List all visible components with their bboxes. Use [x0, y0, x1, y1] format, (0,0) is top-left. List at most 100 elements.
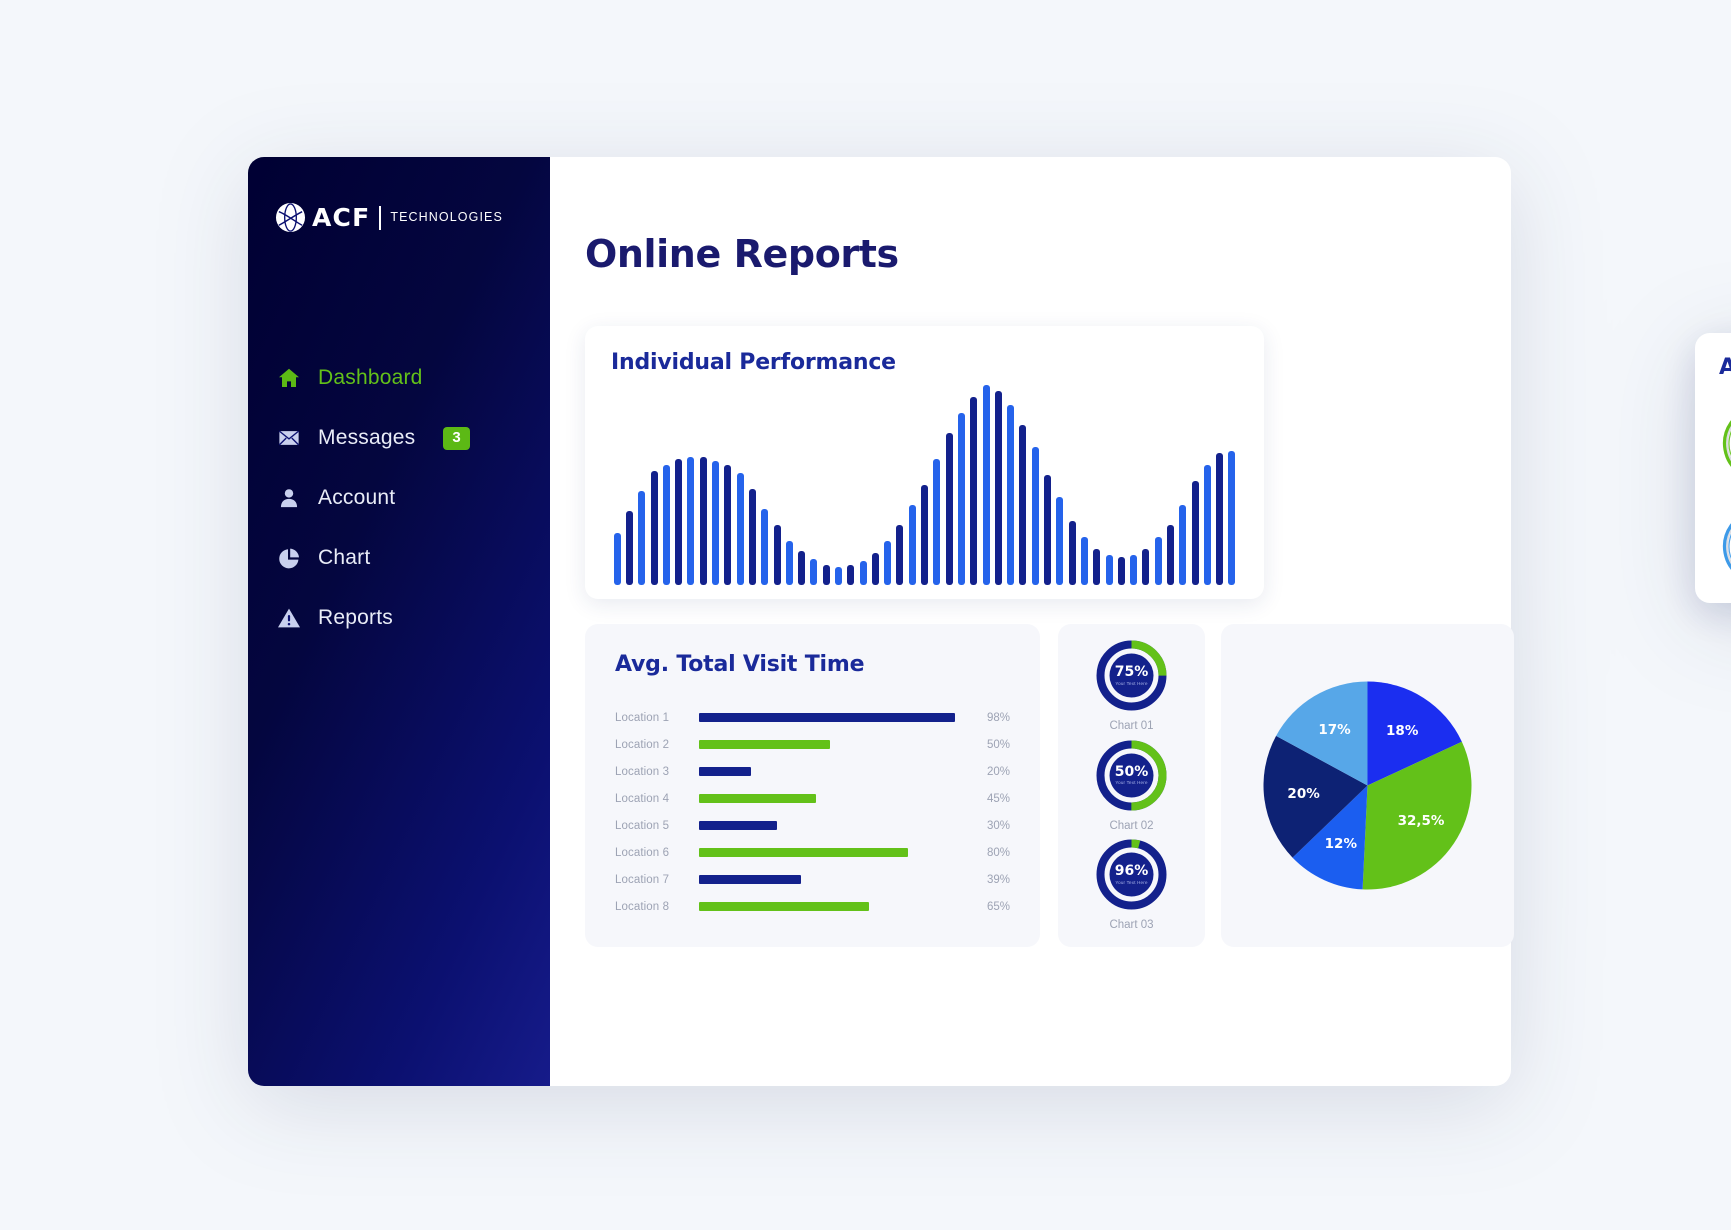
- bar-column: [832, 385, 844, 585]
- bar: [773, 525, 781, 585]
- gauge-row-bottom: 80%: [1719, 505, 1731, 588]
- bar: [675, 459, 683, 585]
- bar-column: [746, 385, 758, 585]
- bar: [957, 413, 965, 585]
- donut-value: 96%: [1114, 863, 1149, 879]
- location-label: Location 6: [615, 846, 670, 859]
- pie-slice-label: 17%: [1318, 722, 1351, 739]
- bar: [810, 559, 818, 585]
- sidebar-item-label: Reports: [318, 606, 393, 629]
- bar-column: [648, 385, 660, 585]
- bar: [613, 533, 621, 585]
- bar: [1142, 549, 1150, 585]
- donut-unit: 96% Your Text Here Chart 03: [1096, 839, 1167, 931]
- donut-gauge: 50% Your Text Here: [1096, 740, 1167, 811]
- bar-column: [759, 385, 771, 585]
- location-bar: [699, 794, 817, 803]
- location-bar: [699, 821, 778, 830]
- bar-column: [636, 385, 648, 585]
- bar: [1105, 555, 1113, 585]
- location-row: Location 4 45%: [615, 785, 1010, 812]
- bar: [1154, 537, 1162, 585]
- location-bar-track: [699, 902, 960, 911]
- sidebar-item-messages[interactable]: Messages 3: [276, 417, 526, 459]
- location-value: 30%: [986, 819, 1010, 832]
- location-value: 20%: [986, 765, 1010, 778]
- location-bar-track: [699, 713, 960, 722]
- location-value: 45%: [986, 792, 1010, 805]
- gauge-60: 60%: [1719, 402, 1731, 485]
- bar: [921, 485, 929, 585]
- sidebar-item-dashboard[interactable]: Dashboard: [276, 357, 526, 399]
- bar-column: [808, 385, 820, 585]
- main-content: Online Reports Individual Performance Av…: [550, 157, 1731, 1086]
- gauge-group: 60% 55% 80%: [1719, 402, 1731, 588]
- location-row: Location 8 65%: [615, 893, 1010, 920]
- pie-slice-label: 32,5%: [1397, 813, 1445, 830]
- brand-logo: ACF TECHNOLOGIES: [275, 202, 503, 233]
- bar: [982, 385, 990, 585]
- donut-center: 96% Your Text Here: [1096, 839, 1167, 910]
- bar: [1080, 537, 1088, 585]
- sidebar: ACF TECHNOLOGIES Dashboard Messages 3 Ac…: [248, 157, 550, 1086]
- bar-column: [660, 385, 672, 585]
- bar: [1191, 481, 1199, 585]
- location-bar-track: [699, 848, 960, 857]
- sidebar-item-reports[interactable]: Reports: [276, 597, 526, 639]
- bar-column: [931, 385, 943, 585]
- donut-label: Chart 01: [1109, 720, 1154, 732]
- gauge-80: 80%: [1719, 505, 1731, 588]
- bar: [834, 567, 842, 585]
- sidebar-item-account[interactable]: Account: [276, 477, 526, 519]
- bar: [1019, 425, 1027, 585]
- bar: [785, 541, 793, 585]
- bar-column: [1189, 385, 1201, 585]
- bar-column: [1054, 385, 1066, 585]
- location-bar-track: [699, 794, 960, 803]
- bar: [712, 461, 720, 585]
- bar: [847, 565, 855, 585]
- bar-column: [869, 385, 881, 585]
- bar-column: [783, 385, 795, 585]
- location-row: Location 1 98%: [615, 704, 1010, 731]
- card-avg-total-visit-time: Avg. Total Visit Time Location 1 98% Locat…: [585, 624, 1040, 947]
- donut-value: 75%: [1114, 664, 1149, 680]
- location-bar-track: [699, 740, 960, 749]
- bar: [638, 491, 646, 585]
- bar-column: [906, 385, 918, 585]
- bar-column: [623, 385, 635, 585]
- bar-column: [709, 385, 721, 585]
- bar-column: [918, 385, 930, 585]
- location-label: Location 4: [615, 792, 670, 805]
- location-bar-track: [699, 821, 960, 830]
- location-bar: [699, 902, 869, 911]
- bar: [662, 465, 670, 585]
- sidebar-item-chart[interactable]: Chart: [276, 537, 526, 579]
- bar: [1203, 465, 1211, 585]
- donut-subtext: Your Text Here: [1115, 780, 1148, 785]
- bar: [650, 471, 658, 585]
- bar-column: [980, 385, 992, 585]
- location-value: 98%: [986, 711, 1010, 724]
- bar: [761, 509, 769, 585]
- sidebar-item-label: Messages: [318, 426, 416, 449]
- bar-column: [845, 385, 857, 585]
- bar: [1093, 549, 1101, 585]
- bar-column: [685, 385, 697, 585]
- donut-label: Chart 02: [1109, 819, 1154, 832]
- bar: [1216, 453, 1224, 585]
- sidebar-item-label: Dashboard: [318, 366, 423, 389]
- donut-unit: 75% Your Text Here Chart 01: [1096, 640, 1167, 732]
- brand-divider: [379, 205, 382, 230]
- location-label: Location 5: [615, 819, 670, 832]
- bar: [1007, 405, 1015, 585]
- gauge-value: 60%: [1719, 402, 1731, 485]
- location-bar: [699, 848, 908, 857]
- bar: [1068, 521, 1076, 585]
- bar: [822, 565, 830, 585]
- bar-column: [1078, 385, 1090, 585]
- location-bar-track: [699, 875, 960, 884]
- brand-suffix: TECHNOLOGIES: [390, 210, 503, 225]
- bar-column: [1201, 385, 1213, 585]
- donut-center: 75% Your Text Here: [1096, 640, 1167, 711]
